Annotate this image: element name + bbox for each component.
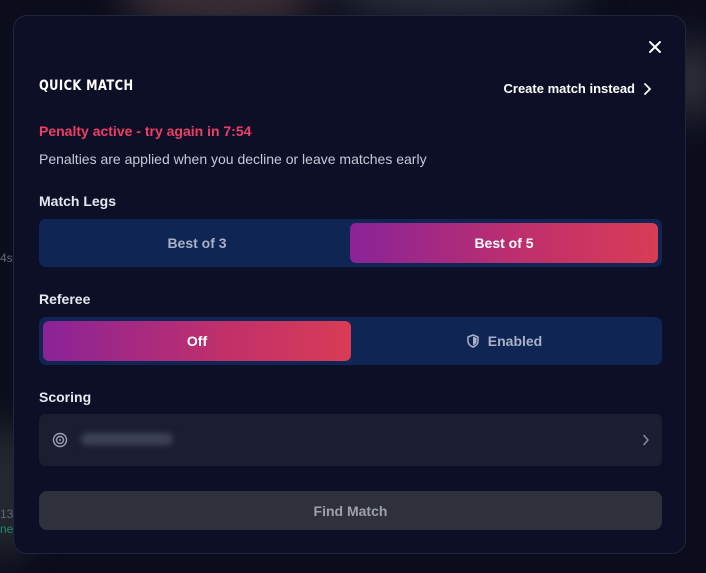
scoring-value-redacted xyxy=(81,433,173,445)
option-label: Best of 5 xyxy=(474,235,534,251)
quick-match-modal: QUICK MATCH Create match instead Penalty… xyxy=(13,15,686,554)
create-match-label: Create match instead xyxy=(503,81,636,96)
match-legs-selector: Best of 3 Best of 5 xyxy=(39,219,662,267)
shield-icon xyxy=(467,334,479,348)
find-match-button[interactable]: Find Match xyxy=(39,491,662,530)
background-text: 4s xyxy=(0,251,13,265)
penalty-note: Penalties are applied when you decline o… xyxy=(39,151,427,167)
chevron-right-icon xyxy=(643,434,649,446)
option-referee-off[interactable]: Off xyxy=(43,321,351,361)
close-button[interactable] xyxy=(647,39,663,55)
chevron-right-icon xyxy=(644,82,651,95)
option-label: Enabled xyxy=(487,333,543,349)
option-referee-enabled[interactable]: Enabled xyxy=(350,321,658,361)
penalty-message: Penalty active - try again in 7:54 xyxy=(39,123,252,139)
target-icon xyxy=(52,432,68,448)
referee-selector: Off Enabled xyxy=(39,317,662,365)
close-icon xyxy=(649,41,661,53)
option-label: Best of 3 xyxy=(167,235,227,251)
scoring-label: Scoring xyxy=(39,389,92,405)
scoring-selector[interactable] xyxy=(39,414,662,466)
referee-label: Referee xyxy=(39,291,91,307)
background-text: 13 xyxy=(0,507,14,521)
background-text: ne xyxy=(0,522,14,536)
option-label: Off xyxy=(186,333,208,349)
option-best-of-3[interactable]: Best of 3 xyxy=(43,223,351,263)
create-match-link[interactable]: Create match instead xyxy=(504,81,652,96)
option-best-of-5[interactable]: Best of 5 xyxy=(350,223,658,263)
modal-title: QUICK MATCH xyxy=(39,78,134,94)
match-legs-label: Match Legs xyxy=(39,193,117,209)
